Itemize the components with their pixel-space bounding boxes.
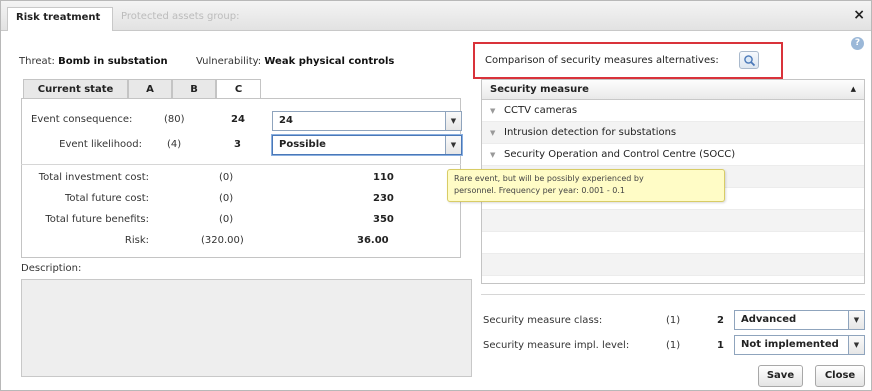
compare-search-button[interactable]	[739, 51, 759, 69]
measure-impl-value: 1	[717, 340, 724, 351]
tab-risk-treatment[interactable]: Risk treatment	[7, 7, 114, 31]
likelihood-tooltip: Rare event, but will be possibly experie…	[447, 169, 725, 202]
risk-value: 36.00	[357, 235, 389, 246]
event-consequence-prev: (80)	[164, 114, 185, 125]
expand-icon[interactable]: ▼	[490, 122, 504, 144]
vulnerability-label: Vulnerability:	[196, 56, 262, 67]
tab-protected-assets-group[interactable]: Protected assets group:	[121, 11, 239, 22]
threat-info: Threat: Bomb in substation	[19, 56, 168, 67]
measure-class-select-value: Advanced	[741, 314, 797, 325]
help-icon[interactable]: ?	[851, 37, 864, 50]
comparison-label: Comparison of security measures alternat…	[485, 55, 719, 66]
risk-prev: (320.00)	[201, 235, 244, 246]
expand-icon[interactable]: ▼	[490, 100, 504, 122]
total-future-cost-label: Total future cost:	[65, 193, 149, 204]
section-divider	[481, 294, 865, 295]
measure-class-prev: (1)	[666, 315, 681, 326]
title-bar: Risk treatment Protected assets group: ×	[1, 1, 871, 31]
table-row-empty	[482, 254, 864, 276]
save-button[interactable]: Save	[758, 365, 803, 387]
measure-impl-label: Security measure impl. level:	[483, 340, 630, 351]
column-header-label: Security measure	[490, 84, 589, 95]
expand-icon[interactable]: ▼	[490, 144, 504, 166]
chevron-down-icon: ▼	[445, 136, 461, 154]
event-consequence-value: 24	[231, 114, 245, 125]
total-investment-cost-value: 110	[373, 172, 394, 183]
total-investment-cost-prev: (0)	[219, 172, 234, 183]
vulnerability-value: Weak physical controls	[264, 56, 395, 67]
table-row[interactable]: ▼ Intrusion detection for substations	[482, 122, 864, 144]
total-future-benefits-prev: (0)	[219, 214, 234, 225]
event-consequence-label: Event consequence:	[31, 114, 133, 125]
measure-impl-select-value: Not implemented	[741, 339, 839, 350]
table-row-empty	[482, 210, 864, 232]
tab-c[interactable]: C	[216, 79, 261, 100]
tab-current-state[interactable]: Current state	[23, 79, 128, 99]
chevron-down-icon: ▼	[848, 336, 864, 354]
measure-name: CCTV cameras	[504, 105, 578, 116]
event-likelihood-label: Event likelihood:	[59, 139, 142, 150]
event-likelihood-select[interactable]: Possible ▼	[272, 135, 462, 155]
risk-label: Risk:	[124, 235, 149, 246]
threat-label: Threat:	[19, 56, 55, 67]
total-investment-cost-label: Total investment cost:	[38, 172, 149, 183]
chevron-down-icon: ▼	[848, 311, 864, 329]
event-likelihood-value: 3	[234, 139, 241, 150]
security-measure-column-header[interactable]: Security measure ▲	[482, 80, 864, 100]
measure-name: Security Operation and Control Centre (S…	[504, 149, 736, 160]
threat-value: Bomb in substation	[58, 56, 168, 67]
close-icon[interactable]: ×	[853, 7, 865, 23]
total-future-benefits-label: Total future benefits:	[45, 214, 149, 225]
table-row-empty	[482, 232, 864, 254]
sort-ascending-icon[interactable]: ▲	[851, 80, 856, 99]
tab-a[interactable]: A	[128, 79, 172, 99]
measure-class-value: 2	[717, 315, 724, 326]
total-future-benefits-value: 350	[373, 214, 394, 225]
measure-name: Intrusion detection for substations	[504, 127, 677, 138]
event-consequence-select-value: 24	[279, 115, 293, 126]
risk-treatment-dialog: Risk treatment Protected assets group: ×…	[0, 0, 872, 391]
close-button[interactable]: Close	[815, 365, 865, 387]
measure-class-label: Security measure class:	[483, 315, 603, 326]
event-consequence-select[interactable]: 24 ▼	[272, 111, 462, 131]
tab-b[interactable]: B	[172, 79, 216, 99]
section-divider	[21, 164, 461, 165]
compare-search-icon	[744, 55, 756, 67]
measure-impl-prev: (1)	[666, 340, 681, 351]
measure-impl-select[interactable]: Not implemented ▼	[734, 335, 865, 355]
total-future-cost-value: 230	[373, 193, 394, 204]
table-row[interactable]: ▼ Security Operation and Control Centre (…	[482, 144, 864, 166]
event-likelihood-select-value: Possible	[279, 139, 326, 150]
total-future-cost-prev: (0)	[219, 193, 234, 204]
description-label: Description:	[21, 263, 82, 274]
comparison-highlight: Comparison of security measures alternat…	[473, 42, 783, 79]
description-field[interactable]	[21, 279, 472, 377]
tooltip-line-2: personnel. Frequency per year: 0.001 - 0…	[454, 186, 625, 195]
vulnerability-info: Vulnerability: Weak physical controls	[196, 56, 394, 67]
measure-class-select[interactable]: Advanced ▼	[734, 310, 865, 330]
table-row[interactable]: ▼ CCTV cameras	[482, 100, 864, 122]
event-likelihood-prev: (4)	[167, 139, 182, 150]
chevron-down-icon: ▼	[445, 112, 461, 130]
tooltip-line-1: Rare event, but will be possibly experie…	[454, 174, 644, 183]
